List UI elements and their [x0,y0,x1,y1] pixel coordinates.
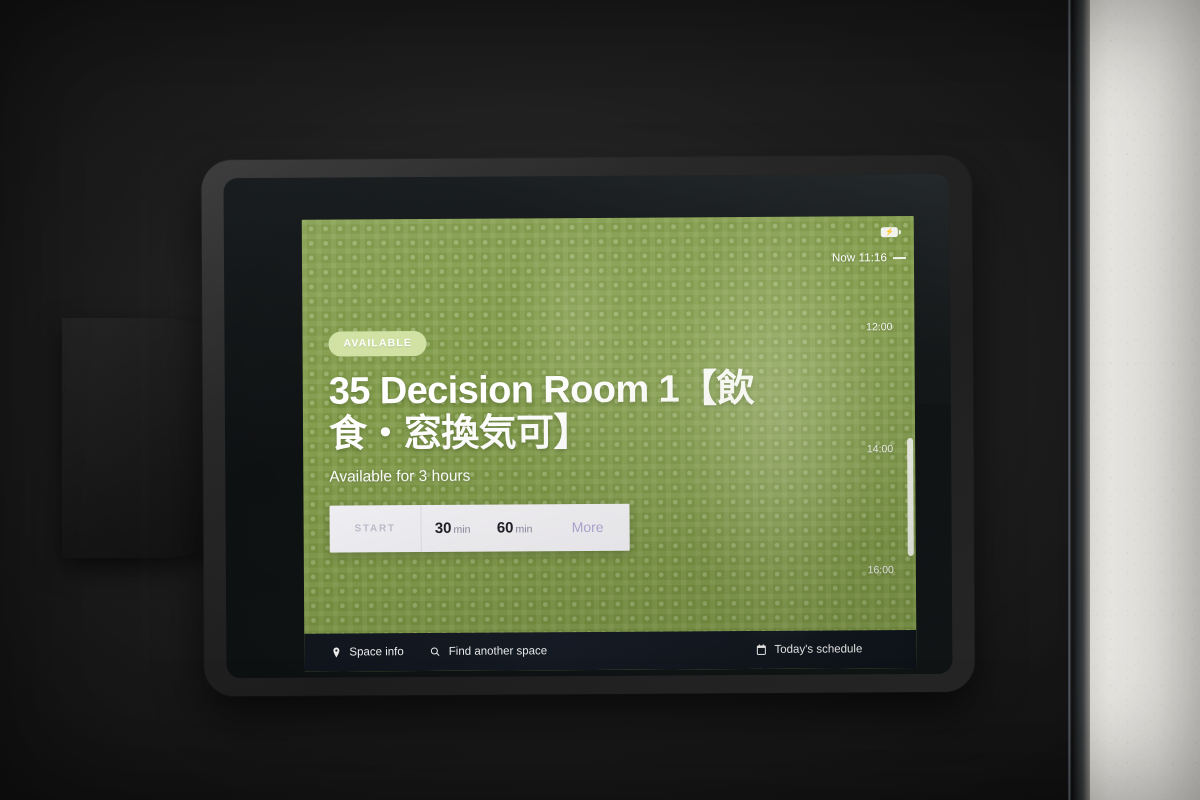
timeline-now-label: Now 11:16 [831,252,888,265]
book-30min-value: 30 [434,519,452,537]
availability-text: Available for 3 hours [329,467,471,486]
location-pin-icon [330,647,342,659]
nav-space-info-label: Space info [349,646,404,659]
timeline-tick: 12:00 [866,321,892,333]
room-info-block: AVAILABLE 35 Decision Room 1【飲食・窓換気可】 Av… [328,329,805,553]
book-30min-unit: min [453,523,471,536]
timeline-tick-label: 12:00 [866,321,893,334]
battery-charging-icon: ⚡ [880,227,898,238]
search-icon [430,646,442,658]
timeline-tick-label: 14:00 [866,443,894,456]
nav-find-another-space-label: Find another space [448,645,548,658]
wall-edge-highlight [1068,0,1071,800]
timeline-now-marker: Now 11:16 [831,252,906,265]
bottom-navigation-bar: Space info Find another space Today's sc… [304,629,917,672]
book-60min-unit: min [515,522,533,536]
book-30min-button[interactable]: 30 min [421,504,483,551]
booking-action-bar: START 30 min 60 min More [329,503,630,553]
timeline-tick-label: 16:00 [867,564,894,577]
tablet-screen: ⚡ Now 11:16 12:00 14:00 16:00 AVAILABLE … [301,216,917,672]
page-title: 35 Decision Room 1【飲食・窓換気可】 [328,367,755,456]
book-60min-button[interactable]: 60 min [483,504,545,551]
tablet-device: ⚡ Now 11:16 12:00 14:00 16:00 AVAILABLE … [201,155,975,697]
book-60min-value: 60 [496,519,514,537]
more-options-button[interactable]: More [545,503,629,551]
nav-space-info[interactable]: Space info [330,646,404,659]
timeline-scrollbar[interactable] [907,438,914,557]
status-badge: AVAILABLE [328,330,428,357]
white-wall [1090,0,1200,800]
calendar-icon [755,644,767,656]
timeline-tick: 16:00 [868,564,894,576]
battery-bolt-glyph: ⚡ [884,228,894,236]
nav-todays-schedule-label: Today's schedule [774,643,863,656]
start-label: START [329,504,422,553]
timeline-tick: 14:00 [867,443,893,455]
app-content: ⚡ Now 11:16 12:00 14:00 16:00 AVAILABLE … [302,216,917,672]
timeline-rail: ⚡ Now 11:16 12:00 14:00 16:00 [818,216,917,631]
tablet-bezel: ⚡ Now 11:16 12:00 14:00 16:00 AVAILABLE … [223,173,953,679]
timeline-now-dash [892,257,906,259]
wall-corner-shadow [1074,0,1090,800]
nav-find-another-space[interactable]: Find another space [430,645,548,658]
photo-scene: ⚡ Now 11:16 12:00 14:00 16:00 AVAILABLE … [0,0,1200,800]
nav-todays-schedule[interactable]: Today's schedule [755,643,862,656]
